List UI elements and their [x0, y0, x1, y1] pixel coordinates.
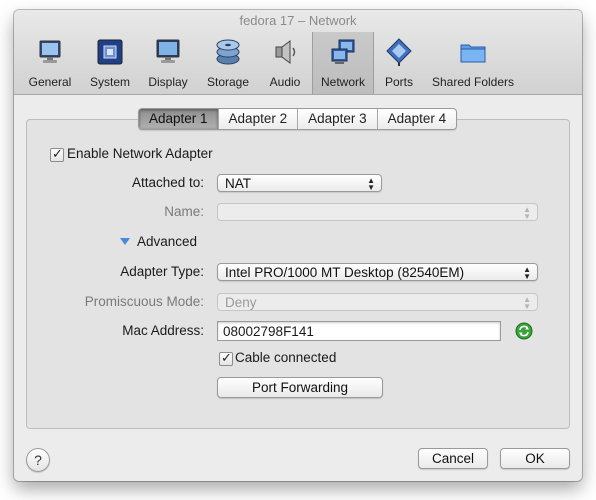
- display-icon: [156, 39, 180, 63]
- network-icon: [331, 39, 355, 64]
- toolbar: fedora 17 – Network General System Displ…: [14, 10, 582, 95]
- storage-disk-icon: [216, 39, 240, 65]
- attached-to-value: NAT: [225, 176, 251, 191]
- advanced-toggle[interactable]: Advanced: [137, 234, 197, 249]
- cable-connected-checkbox[interactable]: ✓: [219, 350, 233, 366]
- promiscuous-mode-value: Deny: [225, 295, 257, 310]
- tab-adapter-1[interactable]: Adapter 1: [139, 109, 219, 129]
- updown-arrows-icon: ▲ ▼: [523, 295, 531, 311]
- refresh-mac-icon[interactable]: [515, 322, 533, 340]
- toolbar-label: Display: [148, 75, 188, 89]
- help-button[interactable]: ?: [26, 448, 50, 472]
- toolbar-label: System: [89, 75, 130, 89]
- name-select[interactable]: ▲ ▼: [217, 203, 538, 221]
- promiscuous-mode-label: Promiscuous Mode:: [84, 294, 204, 309]
- enable-adapter-checkbox[interactable]: ✓: [50, 146, 64, 162]
- window-title: fedora 17 – Network: [239, 13, 357, 28]
- toolbar-system[interactable]: System: [84, 32, 136, 94]
- toolbar-ports[interactable]: Ports: [376, 32, 422, 94]
- monitor-icon: [39, 40, 61, 63]
- tab-adapter-3[interactable]: Adapter 3: [298, 109, 378, 129]
- disclosure-triangle-icon[interactable]: [120, 238, 130, 245]
- toolbar-general[interactable]: General: [16, 32, 84, 94]
- checkmark-icon: ✓: [52, 146, 63, 161]
- adapter-type-select[interactable]: Intel PRO/1000 MT Desktop (82540EM) ▲ ▼: [217, 263, 538, 281]
- tab-adapter-2[interactable]: Adapter 2: [219, 109, 299, 129]
- ok-button[interactable]: OK: [500, 448, 570, 469]
- folder-icon: [460, 44, 486, 63]
- updown-arrows-icon: ▲ ▼: [523, 265, 531, 281]
- enable-adapter-label: Enable Network Adapter: [67, 146, 213, 161]
- port-forwarding-button[interactable]: Port Forwarding: [217, 377, 383, 398]
- updown-arrows-icon: ▲ ▼: [523, 205, 531, 221]
- ports-icon: [386, 38, 412, 66]
- adapter-type-label: Adapter Type:: [120, 264, 204, 279]
- toolbar-display[interactable]: Display: [140, 32, 196, 94]
- toolbar-storage[interactable]: Storage: [199, 32, 257, 94]
- chip-icon: [97, 39, 123, 65]
- adapter-type-value: Intel PRO/1000 MT Desktop (82540EM): [225, 265, 465, 280]
- toolbar-label: General: [28, 75, 72, 89]
- cable-connected-label: Cable connected: [235, 350, 337, 365]
- speaker-icon: [275, 40, 296, 64]
- updown-arrows-icon: ▲ ▼: [367, 176, 375, 192]
- settings-window: fedora 17 – Network General System Displ…: [14, 10, 582, 481]
- attached-to-label: Attached to:: [131, 175, 204, 190]
- toolbar-shared-folders[interactable]: Shared Folders: [428, 32, 518, 94]
- mac-address-field[interactable]: 08002798F141: [217, 321, 501, 341]
- cancel-button[interactable]: Cancel: [418, 448, 488, 469]
- checkmark-icon: ✓: [221, 350, 232, 365]
- promiscuous-mode-select[interactable]: Deny ▲ ▼: [217, 293, 538, 311]
- name-label: Name:: [164, 204, 204, 219]
- toolbar-label: Storage: [206, 75, 250, 89]
- toolbar-label: Shared Folders: [431, 75, 515, 89]
- adapter-tabs: Adapter 1 Adapter 2 Adapter 3 Adapter 4: [138, 108, 458, 130]
- tab-adapter-4[interactable]: Adapter 4: [378, 109, 457, 129]
- mac-address-label: Mac Address:: [122, 323, 204, 338]
- toolbar-label: Ports: [384, 75, 413, 89]
- toolbar-label: Network: [320, 75, 365, 89]
- toolbar-label: Audio: [269, 75, 301, 89]
- toolbar-audio[interactable]: Audio: [261, 32, 309, 94]
- toolbar-network[interactable]: Network: [312, 32, 374, 94]
- attached-to-select[interactable]: NAT ▲ ▼: [217, 174, 382, 192]
